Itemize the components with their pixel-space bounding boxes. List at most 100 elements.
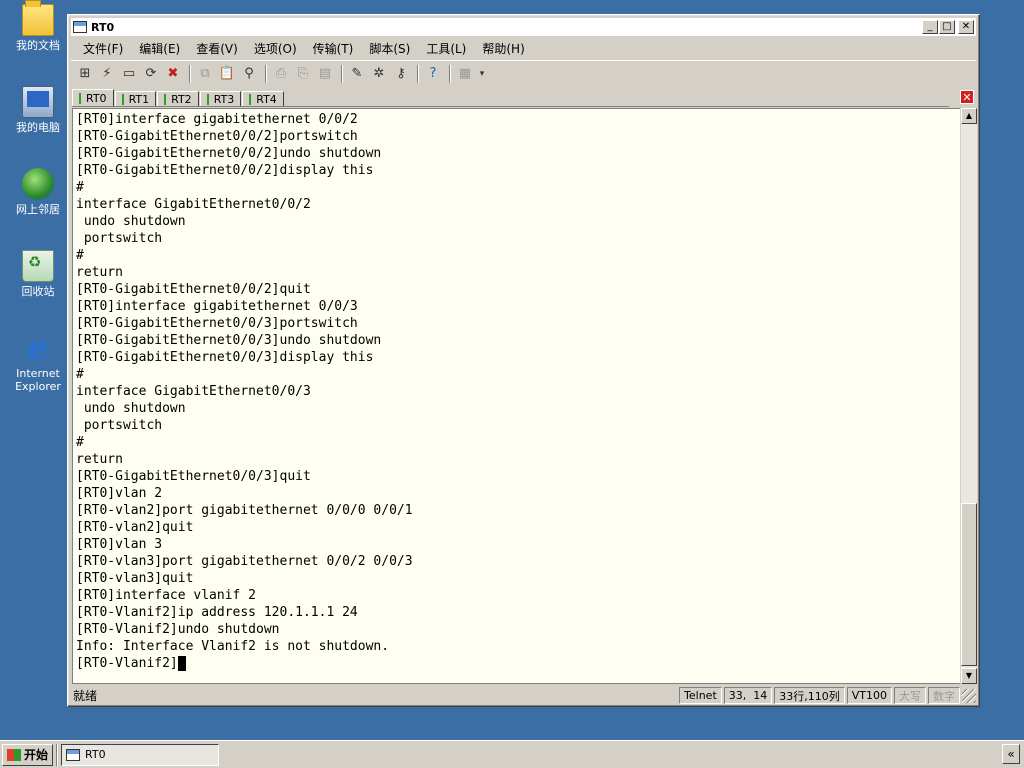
status-num-lock: 数字 [928,687,960,704]
menu-script[interactable]: 脚本(S) [369,40,410,57]
tab-divider [72,106,949,107]
toolbar-separator [341,64,343,83]
terminal-prompt-line: [RT0-Vlanif2] [76,655,960,672]
status-caps-lock: 大写 [894,687,926,704]
quick-connect-icon[interactable]: ⚡ [97,64,117,84]
menu-edit[interactable]: 编辑(E) [139,40,180,57]
tray-expand-icon[interactable]: « [1002,744,1020,764]
internet-explorer-icon: e [27,328,49,368]
close-button[interactable]: ✕ [958,20,974,34]
status-emulation: VT100 [846,687,892,704]
terminal-output[interactable]: [RT0]interface gigabitethernet 0/0/2 [RT0… [72,108,960,684]
terminal-line: [RT0-Vlanif2]ip address 120.1.1.1 24 [76,605,358,620]
terminal-line: [RT0-GigabitEthernet0/0/2]quit [76,282,311,297]
connect-in-tab-icon[interactable]: ▭ [119,64,139,84]
taskbar-separator [56,743,59,766]
terminal-line: # [76,180,84,195]
reconnect-icon[interactable]: ⟳ [141,64,161,84]
terminal-line: Info: Interface Vlanif2 is not shutdown. [76,639,390,654]
menu-bar: 文件(F) 编辑(E) 查看(V) 选项(O) 传输(T) 脚本(S) 工具(L… [71,38,976,58]
toolbar-separator [189,64,191,83]
terminal-line: # [76,248,84,263]
terminal-line: # [76,435,84,450]
printer-setup-icon[interactable]: ▤ [315,64,335,84]
tab-rt4[interactable]: RT4 [242,91,284,107]
toolbar-overflow-icon[interactable]: ▾ [477,64,487,84]
session-options-icon[interactable]: ✎ [347,64,367,84]
global-options-icon[interactable]: ✲ [369,64,389,84]
terminal-line: [RT0-GigabitEthernet0/0/3]undo shutdown [76,333,382,348]
terminal-line: [RT0-vlan2]port gigabitethernet 0/0/0 0/… [76,503,413,518]
status-cursor-position: 33, 14 [723,687,773,704]
tab-rt1[interactable]: RT1 [114,91,157,107]
desktop-icon-label: Internet Explorer [15,367,61,393]
close-tab-icon[interactable]: ✕ [960,90,974,104]
toolbar-separator [449,64,451,83]
desktop-icon-my-computer[interactable]: 我的电脑 [8,86,68,134]
terminal-line: [RT0-vlan3]quit [76,571,194,586]
desktop-icon-label: 我的文档 [16,39,60,52]
disconnect-icon[interactable]: ✖ [163,64,183,84]
windows-flag-icon [7,748,21,761]
my-computer-icon [22,86,54,118]
paste-icon[interactable]: 📋 [217,64,237,84]
terminal-line: [RT0-vlan3]port gigabitethernet 0/0/2 0/… [76,554,413,569]
toolbar-separator [417,64,419,83]
toolbar-separator [265,64,267,83]
copy-icon[interactable]: ⧉ [195,64,215,84]
desktop-icon-network-places[interactable]: 网上邻居 [8,168,68,216]
print-selection-icon[interactable]: ⎘ [293,64,313,84]
taskbar-item-label: RT0 [85,748,106,761]
menu-tools[interactable]: 工具(L) [426,40,466,57]
desktop-icon-label: 回收站 [21,285,55,298]
terminal-line: portswitch [76,231,163,246]
desktop-icon-internet-explorer[interactable]: e Internet Explorer [8,328,68,393]
terminal-line: return [76,265,123,280]
menu-view[interactable]: 查看(V) [196,40,238,57]
terminal-line: [RT0-GigabitEthernet0/0/3]display this [76,350,374,365]
menu-options[interactable]: 选项(O) [254,40,297,57]
help-icon[interactable]: ? [423,64,443,84]
desktop-icon-label: 网上邻居 [16,203,60,216]
tab-label: RT3 [213,93,235,106]
resize-grip-icon[interactable] [962,688,976,703]
toolbar: ⊞ ⚡ ▭ ⟳ ✖ ⧉ 📋 ⚲ ⎙ ⎘ ▤ ✎ ✲ ⚷ ? ▦ ▾ [71,60,976,86]
menu-file[interactable]: 文件(F) [83,40,123,57]
app-icon [73,21,87,33]
keymap-icon[interactable]: ⚷ [391,64,411,84]
tab-rt2[interactable]: RT2 [157,91,199,107]
print-icon[interactable]: ⎙ [271,64,291,84]
desktop-icon-label: 我的电脑 [16,121,60,134]
taskbar-item-rt0[interactable]: RT0 [61,743,220,766]
scroll-down-icon[interactable]: ▼ [961,668,977,684]
scroll-up-icon[interactable]: ▲ [961,108,977,124]
vertical-scrollbar[interactable]: ▲ ▼ [960,108,977,684]
desktop-icon-recycle-bin[interactable]: 回收站 [8,250,68,298]
terminal-line: # [76,367,84,382]
status-bar: 就绪 Telnet 33, 14 33行,110列 VT100 大写 数字 [71,686,976,705]
terminal-line: [RT0]vlan 2 [76,486,163,501]
terminal-line: [RT0-GigabitEthernet0/0/3]portswitch [76,316,358,331]
terminal-line: [RT0-GigabitEthernet0/0/2]undo shutdown [76,146,382,161]
start-button[interactable]: 开始 [2,743,54,766]
tab-label: RT0 [86,92,107,105]
sftp-icon[interactable]: ▦ [455,64,475,84]
terminal-line: [RT0-Vlanif2]undo shutdown [76,622,280,637]
terminal-line: [RT0-GigabitEthernet0/0/2]portswitch [76,129,358,144]
title-bar[interactable]: RT0 _ □ ✕ [71,18,976,36]
tab-label: RT4 [256,93,277,106]
tab-rt0[interactable]: RT0 [72,89,114,107]
scrollbar-thumb[interactable] [961,503,977,666]
menu-transfer[interactable]: 传输(T) [313,40,354,57]
connect-icon[interactable]: ⊞ [75,64,95,84]
find-icon[interactable]: ⚲ [239,64,259,84]
minimize-button[interactable]: _ [922,20,938,34]
network-places-icon [22,168,54,200]
terminal-line: undo shutdown [76,401,186,416]
maximize-button[interactable]: □ [939,20,955,34]
terminal-line: [RT0]interface gigabitethernet 0/0/2 [76,112,358,127]
menu-help[interactable]: 帮助(H) [482,40,524,57]
tab-rt3[interactable]: RT3 [199,91,242,107]
terminal-line: interface GigabitEthernet0/0/3 [76,384,311,399]
desktop-icon-my-documents[interactable]: 我的文档 [8,0,68,52]
